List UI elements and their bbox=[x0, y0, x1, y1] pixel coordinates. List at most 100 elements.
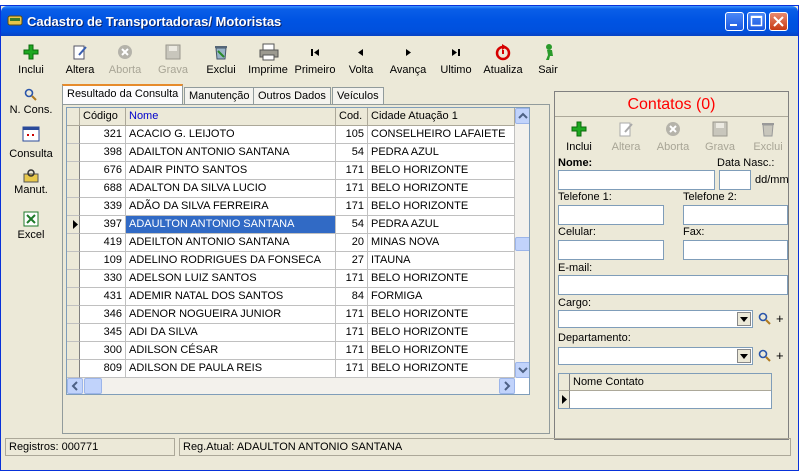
row-indicator[interactable] bbox=[67, 270, 80, 288]
cell-cod[interactable]: 171 bbox=[336, 342, 368, 360]
cell-nome[interactable]: ADELINO RODRIGUES DA FONSECA bbox=[126, 252, 336, 270]
cell-nome[interactable]: ADILSON CÉSAR bbox=[126, 342, 336, 360]
cell-cod[interactable]: 171 bbox=[336, 270, 368, 288]
cell-nome[interactable]: ADAILTON ANTONIO SANTANA bbox=[126, 144, 336, 162]
ultimo-button[interactable]: Ultimo bbox=[437, 43, 475, 85]
cell-cod[interactable]: 27 bbox=[336, 252, 368, 270]
primeiro-button[interactable]: Primeiro bbox=[293, 43, 337, 85]
row-indicator[interactable] bbox=[67, 342, 80, 360]
table-row[interactable]: 321 ACACIO G. LEIJOTO 105 CONSELHEIRO LAFAI… bbox=[67, 126, 515, 144]
telefone2-field[interactable] bbox=[683, 205, 788, 225]
contato-inclui-button[interactable]: Inclui bbox=[563, 120, 595, 162]
tab-veiculos[interactable]: Veículos bbox=[332, 87, 384, 104]
scroll-up-button[interactable] bbox=[515, 108, 529, 124]
table-row[interactable]: 688 ADALTON DA SILVA LUCIO 171 BELO HORIZON… bbox=[67, 180, 515, 198]
cell-codigo[interactable]: 397 bbox=[80, 216, 126, 234]
row-indicator[interactable] bbox=[67, 234, 80, 252]
hscroll-thumb[interactable] bbox=[84, 378, 102, 394]
col-header-cod[interactable]: Cod. bbox=[336, 108, 368, 126]
cell-cod[interactable]: 171 bbox=[336, 162, 368, 180]
cell-cidade[interactable]: BELO HORIZONTE bbox=[368, 162, 515, 180]
scroll-left-button[interactable] bbox=[67, 378, 83, 394]
volta-button[interactable]: Volta bbox=[343, 43, 379, 85]
table-row[interactable]: 676 ADAIR PINTO SANTOS 171 BELO HORIZONTE bbox=[67, 162, 515, 180]
row-indicator[interactable] bbox=[67, 126, 80, 144]
cell-cidade[interactable]: BELO HORIZONTE bbox=[368, 306, 515, 324]
cell-cod[interactable]: 20 bbox=[336, 234, 368, 252]
telefone1-field[interactable] bbox=[558, 205, 664, 225]
cell-codigo[interactable]: 330 bbox=[80, 270, 126, 288]
cell-cidade[interactable]: BELO HORIZONTE bbox=[368, 360, 515, 378]
row-indicator[interactable] bbox=[67, 162, 80, 180]
row-indicator[interactable] bbox=[67, 324, 80, 342]
email-field[interactable] bbox=[558, 275, 788, 295]
exclui-button[interactable]: Exclui bbox=[201, 43, 241, 85]
cell-codigo[interactable]: 676 bbox=[80, 162, 126, 180]
cell-cidade[interactable]: BELO HORIZONTE bbox=[368, 198, 515, 216]
departamento-add-button[interactable]: + bbox=[776, 348, 784, 363]
cell-codigo[interactable]: 339 bbox=[80, 198, 126, 216]
cell-cod[interactable]: 105 bbox=[336, 126, 368, 144]
imprime-button[interactable]: Imprime bbox=[246, 43, 290, 85]
row-indicator[interactable] bbox=[67, 288, 80, 306]
table-row[interactable]: 300 ADILSON CÉSAR 171 BELO HORIZONTE bbox=[67, 342, 515, 360]
contato-exclui-button[interactable]: Exclui bbox=[751, 120, 785, 162]
row-indicator[interactable] bbox=[67, 216, 80, 234]
cell-codigo[interactable]: 398 bbox=[80, 144, 126, 162]
cell-nome[interactable]: ADÃO DA SILVA FERREIRA bbox=[126, 198, 336, 216]
cell-cidade[interactable]: BELO HORIZONTE bbox=[368, 270, 515, 288]
col-header-nome-contato[interactable]: Nome Contato bbox=[570, 374, 771, 391]
close-button[interactable] bbox=[769, 12, 788, 31]
cell-cidade[interactable]: MINAS NOVA bbox=[368, 234, 515, 252]
cell-nome[interactable]: ADALTON DA SILVA LUCIO bbox=[126, 180, 336, 198]
nav-consulta[interactable]: Consulta bbox=[5, 126, 57, 160]
row-indicator[interactable] bbox=[67, 198, 80, 216]
grid-hscroll[interactable] bbox=[67, 378, 515, 394]
tab-resultado-consulta[interactable]: Resultado da Consulta bbox=[62, 84, 184, 105]
scroll-right-button[interactable] bbox=[499, 378, 515, 394]
contatos-grid[interactable]: Nome Contato bbox=[558, 373, 772, 409]
cargo-add-button[interactable]: + bbox=[776, 311, 784, 326]
minimize-button[interactable] bbox=[725, 12, 744, 31]
table-row[interactable]: 398 ADAILTON ANTONIO SANTANA 54 PEDRA AZUL bbox=[67, 144, 515, 162]
row-indicator[interactable] bbox=[67, 252, 80, 270]
cell-nome[interactable]: ADEMIR NATAL DOS SANTOS bbox=[126, 288, 336, 306]
cell-cod[interactable]: 54 bbox=[336, 216, 368, 234]
table-row[interactable]: 419 ADEILTON ANTONIO SANTANA 20 MINAS NOVA bbox=[67, 234, 515, 252]
cargo-dropdown-button[interactable] bbox=[737, 312, 751, 326]
data-nasc-field[interactable] bbox=[719, 170, 751, 190]
col-header-nome[interactable]: Nome bbox=[126, 108, 336, 126]
cargo-search-icon[interactable] bbox=[758, 312, 772, 329]
contato-altera-button[interactable]: Altera bbox=[609, 120, 643, 162]
table-row[interactable]: 339 ADÃO DA SILVA FERREIRA 171 BELO HORIZON… bbox=[67, 198, 515, 216]
scroll-down-button[interactable] bbox=[515, 362, 529, 378]
grid-vscroll[interactable] bbox=[515, 108, 529, 378]
cell-cod[interactable]: 171 bbox=[336, 198, 368, 216]
cell-cidade[interactable]: PEDRA AZUL bbox=[368, 216, 515, 234]
cell-cidade[interactable]: ITAUNA bbox=[368, 252, 515, 270]
altera-button[interactable]: Altera bbox=[60, 43, 100, 85]
cell-codigo[interactable]: 809 bbox=[80, 360, 126, 378]
grava-button[interactable]: Grava bbox=[153, 43, 193, 85]
atualiza-button[interactable]: Atualiza bbox=[481, 43, 525, 85]
departamento-search-icon[interactable] bbox=[758, 349, 772, 366]
cell-cod[interactable]: 84 bbox=[336, 288, 368, 306]
cell-codigo[interactable]: 321 bbox=[80, 126, 126, 144]
cell-cod[interactable]: 171 bbox=[336, 180, 368, 198]
cell-nome[interactable]: ADENOR NOGUEIRA JUNIOR bbox=[126, 306, 336, 324]
nav-excel[interactable]: Excel bbox=[5, 211, 57, 241]
cell-nome[interactable]: ADI DA SILVA bbox=[126, 324, 336, 342]
inclui-button[interactable]: Inclui bbox=[11, 43, 51, 85]
celular-field[interactable] bbox=[558, 240, 664, 260]
cell-nome[interactable]: ADELSON LUIZ SANTOS bbox=[126, 270, 336, 288]
cell-codigo[interactable]: 431 bbox=[80, 288, 126, 306]
contato-aborta-button[interactable]: Aborta bbox=[655, 120, 691, 162]
fax-field[interactable] bbox=[683, 240, 788, 260]
nav-n-cons[interactable]: N. Cons. bbox=[5, 88, 57, 116]
table-row[interactable]: 345 ADI DA SILVA 171 BELO HORIZONTE bbox=[67, 324, 515, 342]
table-row[interactable]: 330 ADELSON LUIZ SANTOS 171 BELO HORIZONTE bbox=[67, 270, 515, 288]
results-grid[interactable]: Código Nome Cod. Cidade Atuação 1 321 ACA… bbox=[66, 107, 530, 395]
table-row[interactable]: 346 ADENOR NOGUEIRA JUNIOR 171 BELO HORIZON… bbox=[67, 306, 515, 324]
row-indicator[interactable] bbox=[67, 306, 80, 324]
row-indicator[interactable] bbox=[67, 180, 80, 198]
